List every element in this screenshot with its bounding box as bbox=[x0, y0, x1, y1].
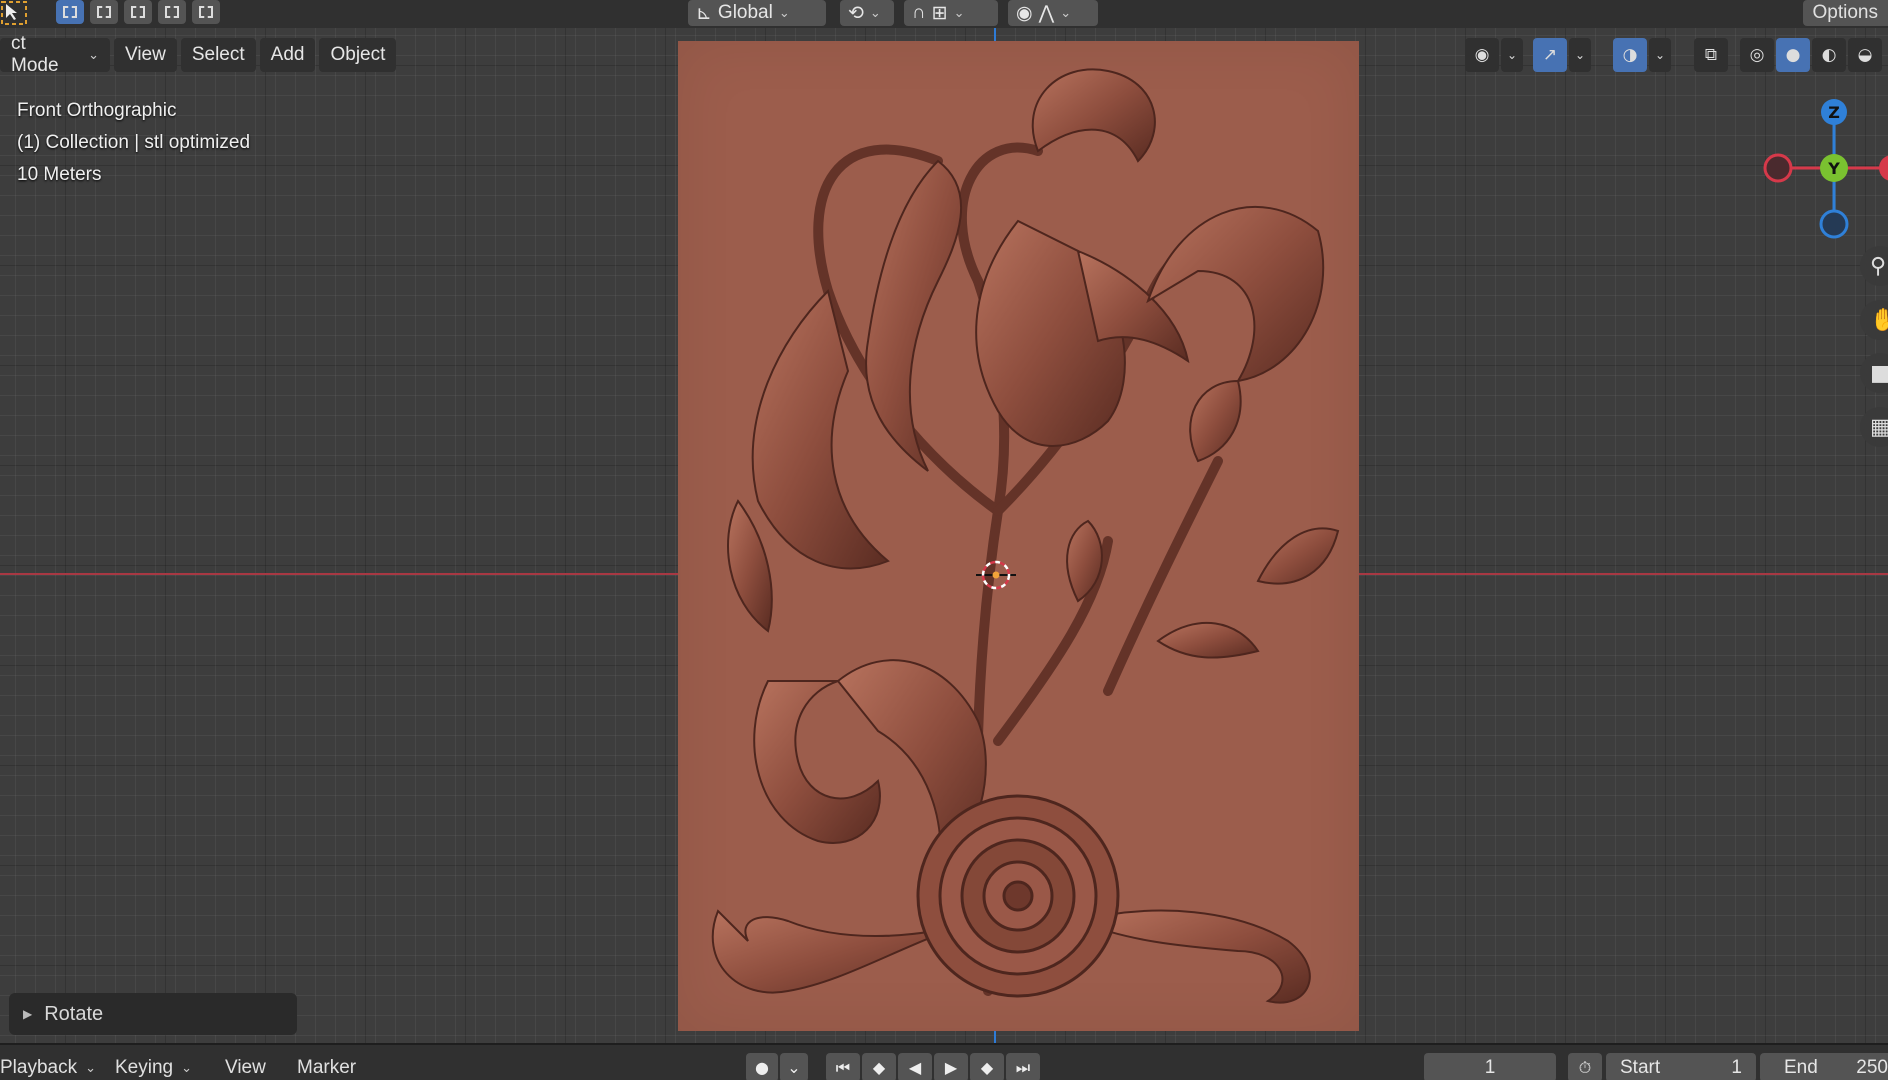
menu-select[interactable]: Select bbox=[180, 38, 256, 72]
chevron-down-icon: ⌄ bbox=[85, 1059, 97, 1075]
end-label: End bbox=[1784, 1056, 1818, 1078]
transform-orientation-dropdown[interactable]: ⊾ Global ⌄ bbox=[688, 0, 826, 26]
gizmo-z-label: Z bbox=[1828, 103, 1840, 122]
material-preview-icon[interactable]: ◐ bbox=[1812, 38, 1846, 72]
marker-menu[interactable]: Marker bbox=[297, 1053, 356, 1080]
snapping-group[interactable]: ∩ ⊞ ⌄ bbox=[904, 0, 998, 26]
grid-scale: 10 Meters bbox=[17, 164, 102, 185]
proportional-edit-icon: ◉ bbox=[1016, 2, 1033, 24]
chevron-down-icon: ⌄ bbox=[88, 47, 99, 62]
carved-relief-panel[interactable] bbox=[678, 41, 1359, 1031]
timeline-header: Playback ⌄ Keying ⌄ View Marker ● ⌄ ⏮ ◆ … bbox=[0, 1043, 1888, 1080]
last-operator-panel[interactable]: ▶ Rotate bbox=[9, 993, 297, 1035]
viewport-info: Front Orthographic (1) Collection | stl … bbox=[17, 95, 250, 191]
select-new-icon[interactable] bbox=[56, 0, 84, 24]
chevron-down-icon[interactable]: ⌄ bbox=[1569, 38, 1591, 72]
shading-mode-group: ◎ ● ◐ ◒ bbox=[1740, 38, 1882, 72]
z-axis-tick-bottom bbox=[994, 1031, 996, 1043]
jump-to-start-icon[interactable]: ⏮ bbox=[826, 1053, 860, 1080]
rosette bbox=[916, 794, 1120, 998]
view-name: Front Orthographic bbox=[17, 100, 177, 121]
select-invert-icon[interactable] bbox=[158, 0, 186, 24]
selection-mode-group bbox=[56, 0, 220, 24]
select-tool-icon[interactable] bbox=[0, 0, 30, 26]
jump-to-keyframe-next-icon[interactable]: ◆ bbox=[970, 1053, 1004, 1080]
3d-viewport[interactable]: Front Orthographic (1) Collection | stl … bbox=[0, 0, 1888, 1043]
hand-pan-icon[interactable]: ✋ bbox=[1860, 300, 1888, 340]
relief-ornament-art bbox=[711, 68, 1340, 1004]
select-intersect-icon[interactable] bbox=[192, 0, 220, 24]
tool-header: ⊾ Global ⌄ ⟲ ⌄ ∩ ⊞ ⌄ ◉ ⋀ ⌄ Options bbox=[0, 0, 1888, 28]
menu-object[interactable]: Object bbox=[319, 38, 397, 72]
grid-icon[interactable]: ▦ bbox=[1860, 407, 1888, 447]
orientation-axes-icon: ⊾ bbox=[696, 2, 712, 24]
collection-label: (1) Collection | stl optimized bbox=[17, 132, 251, 153]
gizmo-toggle-icon[interactable]: ↗ bbox=[1533, 38, 1567, 72]
gizmo-x-positive bbox=[1879, 155, 1888, 181]
navigation-gizmo[interactable]: Z Y bbox=[1750, 96, 1888, 246]
timeline-view-menu[interactable]: View bbox=[225, 1053, 266, 1080]
chevron-down-icon: ⌄ bbox=[953, 5, 965, 20]
options-button[interactable]: Options bbox=[1802, 0, 1888, 26]
xray-icon[interactable]: ⧉ bbox=[1694, 38, 1728, 72]
play-reverse-icon[interactable]: ◀ bbox=[898, 1053, 932, 1080]
mode-label: ct Mode bbox=[11, 33, 59, 76]
overlays-icon[interactable]: ◑ bbox=[1613, 38, 1647, 72]
solid-shading-icon[interactable]: ● bbox=[1776, 38, 1810, 72]
orientation-value: Global bbox=[717, 2, 773, 23]
3d-cursor-icon[interactable] bbox=[976, 555, 1016, 595]
gizmo-x-negative bbox=[1763, 153, 1793, 183]
chevron-down-icon[interactable]: ⌄ bbox=[1649, 38, 1671, 72]
chevron-down-icon: ⌄ bbox=[181, 1059, 193, 1075]
viewport-header-menus: ct Mode ⌄ View Select Add Object bbox=[0, 33, 397, 76]
start-value: 1 bbox=[1731, 1056, 1742, 1078]
chevron-down-icon: ⌄ bbox=[1060, 5, 1072, 20]
chevron-down-icon: ⌄ bbox=[778, 5, 790, 20]
rendered-shading-icon[interactable]: ◒ bbox=[1848, 38, 1882, 72]
stopwatch-icon[interactable]: ⏱ bbox=[1568, 1053, 1602, 1080]
xray-toggle-group: ⧉ bbox=[1694, 38, 1728, 72]
end-frame-field[interactable]: End 250 bbox=[1760, 1053, 1888, 1080]
snap-increment-icon: ⊞ bbox=[931, 2, 948, 24]
gizmo-y-label: Y bbox=[1827, 159, 1840, 178]
select-extend-icon[interactable] bbox=[90, 0, 118, 24]
mode-dropdown[interactable]: ct Mode ⌄ bbox=[0, 33, 110, 76]
playback-label: Playback bbox=[0, 1056, 78, 1078]
pivot-point-dropdown[interactable]: ⟲ ⌄ bbox=[840, 0, 894, 26]
snap-magnet-icon: ∩ bbox=[912, 2, 926, 23]
playback-menu[interactable]: Playback ⌄ bbox=[0, 1053, 96, 1080]
play-icon[interactable]: ▶ bbox=[934, 1053, 968, 1080]
keying-label: Keying bbox=[115, 1056, 174, 1078]
jump-to-end-icon[interactable]: ⏭ bbox=[1006, 1053, 1040, 1080]
gizmo-z-negative bbox=[1819, 209, 1849, 239]
overlay-toggle-group: ◑ ⌄ bbox=[1613, 38, 1671, 72]
expand-triangle-icon[interactable]: ▶ bbox=[23, 1007, 32, 1021]
chevron-down-icon: ⌄ bbox=[869, 5, 881, 20]
gizmo-toggle-group: ↗ ⌄ bbox=[1533, 38, 1591, 72]
zoom-icon[interactable]: ⚲ bbox=[1860, 246, 1888, 286]
chevron-down-icon[interactable]: ⌄ bbox=[1501, 38, 1523, 72]
pivot-icon: ⟲ bbox=[848, 2, 864, 24]
chevron-down-icon[interactable]: ⌄ bbox=[780, 1053, 808, 1080]
start-frame-field[interactable]: Start 1 bbox=[1606, 1053, 1756, 1080]
start-label: Start bbox=[1620, 1056, 1661, 1078]
last-operator-label: Rotate bbox=[44, 1002, 104, 1025]
wireframe-shading-icon[interactable]: ◎ bbox=[1740, 38, 1774, 72]
end-value: 250 bbox=[1856, 1056, 1888, 1078]
camera-icon[interactable]: ■ bbox=[1860, 353, 1888, 393]
eye-visibility-icon[interactable]: ◉ bbox=[1465, 38, 1499, 72]
auto-keying-icon[interactable]: ● bbox=[746, 1053, 778, 1080]
jump-to-keyframe-prev-icon[interactable]: ◆ bbox=[862, 1053, 896, 1080]
falloff-icon: ⋀ bbox=[1038, 2, 1055, 24]
proportional-editing-group[interactable]: ◉ ⋀ ⌄ bbox=[1008, 0, 1098, 26]
keying-menu[interactable]: Keying ⌄ bbox=[115, 1053, 192, 1080]
menu-view[interactable]: View bbox=[114, 38, 177, 72]
visibility-group: ◉ ⌄ bbox=[1465, 38, 1523, 72]
z-axis-tick-top bbox=[994, 28, 996, 41]
select-subtract-icon[interactable] bbox=[124, 0, 152, 24]
menu-add[interactable]: Add bbox=[259, 38, 316, 72]
current-frame-field[interactable]: 1 bbox=[1424, 1053, 1556, 1080]
